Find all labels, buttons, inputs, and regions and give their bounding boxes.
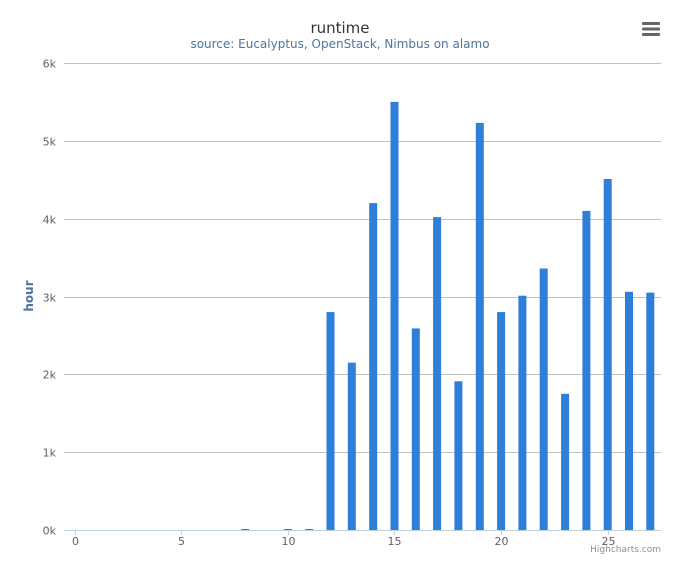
export-menu-button[interactable] [636,16,666,42]
bar [582,210,591,530]
bar [539,268,548,530]
bar [411,328,420,530]
bar [561,393,570,530]
bar [497,312,506,530]
chart-background [0,0,680,566]
bar [433,217,442,530]
bar [518,295,527,530]
bar [347,362,356,530]
x-tick-label: 15 [388,535,402,548]
credits-link[interactable]: Highcharts.com [590,545,661,555]
y-axis-title: hour [22,280,36,311]
bar [283,529,292,530]
x-tick-label: 20 [495,535,509,548]
bar [326,312,335,530]
bar [305,529,314,530]
y-tick-label: 0k [43,525,57,538]
y-tick-label: 2k [43,369,57,382]
y-tick-label: 5k [43,136,57,149]
y-tick-label: 1k [43,447,57,460]
bar [390,101,399,531]
bar [625,291,633,530]
bar [454,381,463,530]
chart-subtitle: source: Eucalyptus, OpenStack, Nimbus on… [190,37,489,51]
y-tick-label: 6k [43,58,57,71]
chart: runtime source: Eucalyptus, OpenStack, N… [0,0,680,566]
x-tick-label: 0 [72,535,79,548]
bar [369,203,378,530]
x-tick-label: 5 [178,535,185,548]
y-tick-label: 4k [43,214,57,227]
bar [475,122,484,531]
x-tick-label: 10 [282,535,296,548]
chart-title: runtime [310,19,369,37]
bar [241,529,250,530]
y-tick-label: 3k [43,292,57,305]
hamburger-menu-icon [642,22,660,36]
bar [603,179,612,530]
bar [646,292,655,530]
